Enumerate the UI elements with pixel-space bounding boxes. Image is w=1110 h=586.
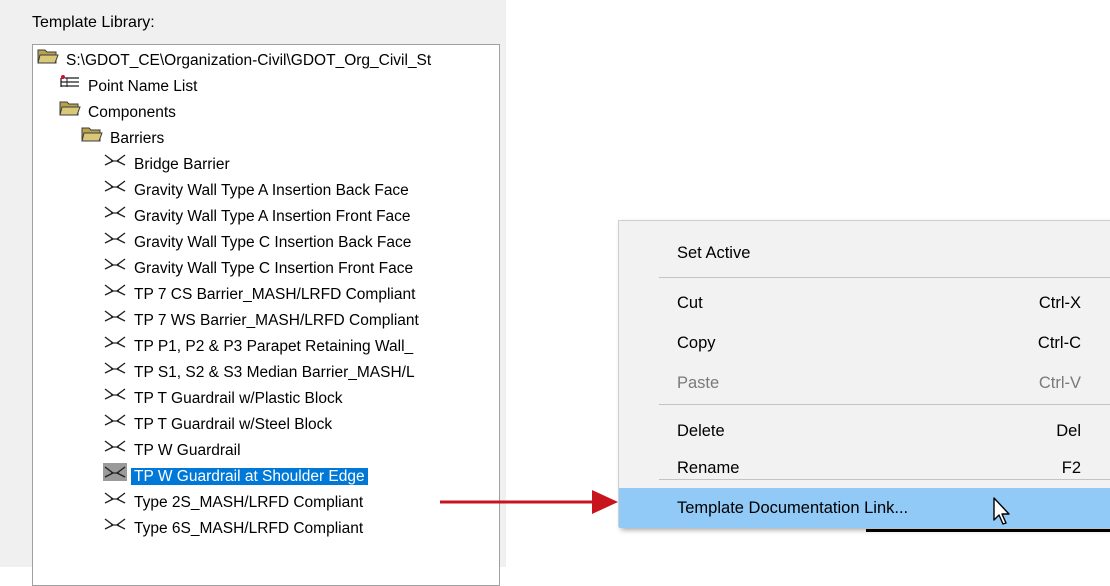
menu-item-delete[interactable]: Delete Del [619, 411, 1110, 451]
menu-item-copy[interactable]: Copy Ctrl-C [619, 323, 1110, 363]
menu-item-shortcut: Ctrl-C [1037, 334, 1081, 352]
menu-item-label: Copy [677, 334, 716, 352]
menu-item-label: Delete [677, 422, 725, 440]
menu-separator [659, 277, 1110, 278]
mouse-cursor-icon [993, 497, 1010, 525]
menu-item-label: Paste [677, 374, 720, 392]
context-menu: Set Active Cut Ctrl-X Copy Ctrl-C Paste Ctrl-V… [618, 220, 1110, 528]
menu-item-shortcut: Ctrl-X [1038, 294, 1081, 312]
menu-item-cut[interactable]: Cut Ctrl-X [619, 283, 1110, 323]
menu-item-label: Cut [677, 294, 703, 312]
menu-item-label: Set Active [677, 244, 751, 262]
menu-item-template-documentation-link[interactable]: Template Documentation Link... [619, 488, 1110, 528]
menu-item-set-active[interactable]: Set Active [619, 233, 1110, 273]
menu-item-label: Template Documentation Link... [677, 499, 909, 517]
menu-separator [659, 479, 1110, 480]
menu-item-shortcut: Del [1056, 422, 1081, 440]
menu-item-shortcut: Ctrl-V [1038, 374, 1081, 392]
menu-item-label: Rename [677, 459, 740, 477]
menu-separator [659, 404, 1110, 405]
menu-item-shortcut: F2 [1061, 459, 1081, 477]
menu-bottom-edge [866, 529, 1110, 532]
menu-item-rename[interactable]: Rename F2 [619, 448, 1110, 488]
menu-item-paste[interactable]: Paste Ctrl-V [619, 363, 1110, 403]
